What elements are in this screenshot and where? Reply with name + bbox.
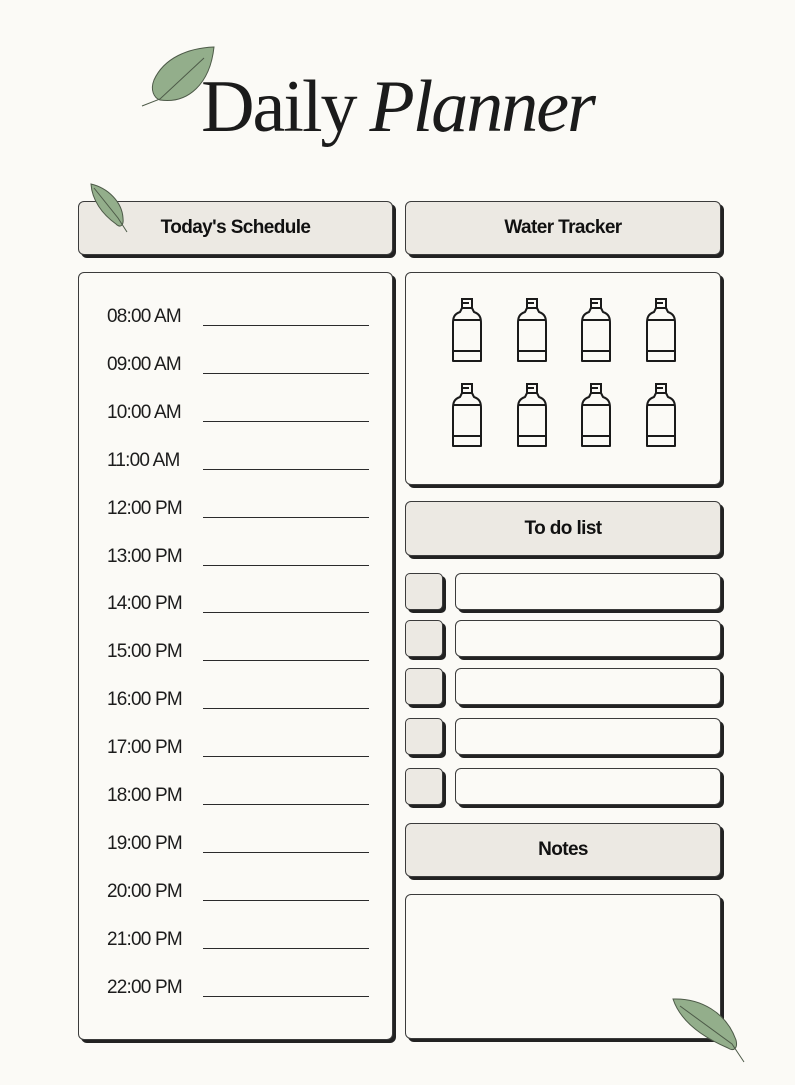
schedule-time: 20:00 PM xyxy=(107,880,183,902)
todo-checkbox[interactable] xyxy=(405,668,443,705)
schedule-time: 12:00 PM xyxy=(107,497,183,519)
schedule-row: 22:00 PM xyxy=(107,977,369,1007)
page-title: Daily Planner xyxy=(0,62,795,152)
schedule-entry-line[interactable] xyxy=(203,516,369,518)
schedule-panel: 08:00 AM 09:00 AM 10:00 AM 11:00 AM 12:00 PM… xyxy=(78,272,393,1040)
schedule-time: 19:00 PM xyxy=(107,832,183,854)
schedule-time: 09:00 AM xyxy=(107,353,182,375)
water-bottle-icon[interactable] xyxy=(644,382,678,452)
schedule-entry-line[interactable] xyxy=(203,325,369,326)
schedule-entry-line[interactable] xyxy=(203,612,369,614)
todo-checkbox[interactable] xyxy=(405,620,443,657)
schedule-row: 10:00 AM xyxy=(107,402,369,432)
todo-header-label: To do list xyxy=(524,517,602,539)
schedule-time: 14:00 PM xyxy=(107,593,183,615)
schedule-row: 21:00 PM xyxy=(107,929,369,959)
title-daily: Daily xyxy=(201,66,357,148)
schedule-row: 20:00 PM xyxy=(107,881,369,911)
todo-item-field[interactable] xyxy=(455,573,721,610)
notes-header: Notes xyxy=(405,823,721,877)
schedule-time: 22:00 PM xyxy=(107,976,183,998)
schedule-header-label: Today's Schedule xyxy=(160,217,311,238)
todo-header: To do list xyxy=(405,501,721,556)
water-bottle-icon[interactable] xyxy=(644,297,678,367)
schedule-row: 15:00 PM xyxy=(107,641,369,671)
notes-header-label: Notes xyxy=(538,839,588,860)
leaf-decoration-schedule xyxy=(90,183,128,233)
schedule-entry-line[interactable] xyxy=(203,660,369,662)
schedule-time: 21:00 PM xyxy=(107,928,183,950)
todo-item-field[interactable] xyxy=(455,668,721,705)
schedule-row: 14:00 PM xyxy=(107,593,369,623)
water-bottle-icon[interactable] xyxy=(450,297,484,367)
schedule-entry-line[interactable] xyxy=(203,995,369,997)
water-bottle-icon[interactable] xyxy=(515,297,549,367)
water-bottle-icon[interactable] xyxy=(579,297,613,367)
schedule-time: 13:00 PM xyxy=(107,545,183,567)
schedule-time: 10:00 AM xyxy=(107,401,182,423)
schedule-entry-line[interactable] xyxy=(203,708,369,710)
schedule-time: 15:00 PM xyxy=(107,641,183,663)
leaf-decoration-bottom xyxy=(672,998,745,1063)
todo-item-field[interactable] xyxy=(455,718,721,755)
todo-checkbox[interactable] xyxy=(405,718,443,755)
schedule-entry-line[interactable] xyxy=(203,899,369,901)
schedule-time: 17:00 PM xyxy=(107,737,183,759)
schedule-entry-line[interactable] xyxy=(203,756,369,758)
water-tracker-panel xyxy=(405,272,721,485)
schedule-entry-line[interactable] xyxy=(203,851,369,853)
water-tracker-header: Water Tracker xyxy=(405,201,721,255)
schedule-row: 19:00 PM xyxy=(107,833,369,863)
todo-item-field[interactable] xyxy=(455,768,721,805)
schedule-row: 16:00 PM xyxy=(107,689,369,719)
schedule-row: 13:00 PM xyxy=(107,546,369,576)
schedule-row: 11:00 AM xyxy=(107,450,369,480)
water-bottle-icon[interactable] xyxy=(515,382,549,452)
schedule-time: 11:00 AM xyxy=(107,449,180,471)
schedule-entry-line[interactable] xyxy=(203,804,369,805)
schedule-row: 18:00 PM xyxy=(107,785,369,815)
water-bottle-icon[interactable] xyxy=(579,382,613,452)
schedule-entry-line[interactable] xyxy=(203,468,369,470)
water-bottle-icon[interactable] xyxy=(450,382,484,452)
schedule-row: 12:00 PM xyxy=(107,498,369,528)
todo-checkbox[interactable] xyxy=(405,768,443,805)
schedule-entry-line[interactable] xyxy=(203,564,369,566)
schedule-row: 17:00 PM xyxy=(107,737,369,767)
schedule-time: 08:00 AM xyxy=(107,306,182,327)
schedule-row: 09:00 AM xyxy=(107,354,369,384)
title-planner: Planner xyxy=(369,66,596,148)
schedule-time: 18:00 PM xyxy=(107,785,183,806)
schedule-entry-line[interactable] xyxy=(203,947,369,949)
schedule-row: 08:00 AM xyxy=(107,306,369,336)
todo-item-field[interactable] xyxy=(455,620,721,657)
todo-checkbox[interactable] xyxy=(405,573,443,610)
schedule-entry-line[interactable] xyxy=(203,372,369,374)
schedule-time: 16:00 PM xyxy=(107,689,183,711)
water-tracker-header-label: Water Tracker xyxy=(504,217,622,238)
schedule-entry-line[interactable] xyxy=(203,420,369,422)
